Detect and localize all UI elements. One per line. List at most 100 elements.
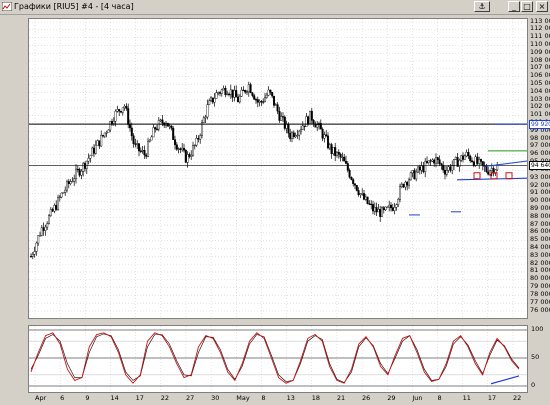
candle-body <box>128 124 131 129</box>
osc-divergence-line <box>490 375 520 385</box>
candle-body <box>438 159 441 164</box>
candle-body <box>173 139 176 145</box>
candle-body <box>390 204 393 209</box>
candle-body <box>75 168 78 179</box>
candle-body <box>444 169 447 175</box>
price-chart-panel[interactable] <box>28 18 528 319</box>
candle-body <box>309 110 312 125</box>
candle-body <box>272 95 275 106</box>
candle-body <box>462 155 465 160</box>
box-marker <box>505 172 513 180</box>
candle-body <box>471 160 474 163</box>
candle-body <box>227 93 230 96</box>
candle-body <box>159 119 162 121</box>
candle-body <box>91 147 94 156</box>
candle-body <box>460 155 463 161</box>
candle-body <box>146 141 149 157</box>
candle-body <box>244 90 247 93</box>
candle-body <box>271 92 274 97</box>
candle-body <box>474 156 477 166</box>
price-tick-label: 93 000 <box>530 172 550 181</box>
candle-body <box>316 124 319 128</box>
candle-body <box>132 135 135 144</box>
candle-body <box>249 84 252 94</box>
candle-body <box>84 163 87 169</box>
price-tick-label: 104 000 <box>530 86 550 95</box>
close-button[interactable]: × <box>536 1 548 12</box>
candle-body <box>328 144 331 149</box>
window-title: Графики [RIU5] #4 - [4 часа] <box>14 2 134 11</box>
candle-body <box>78 169 81 176</box>
candle-body <box>487 171 490 175</box>
window-titlebar: Графики [RIU5] #4 - [4 часа] ⚓ _ □ × <box>0 0 550 15</box>
time-tick-label: 11 <box>462 394 471 402</box>
minimize-button[interactable]: _ <box>508 1 520 12</box>
candle-body <box>240 89 243 97</box>
time-tick-label: 14 <box>110 394 119 402</box>
candle-body <box>373 207 376 212</box>
pin-button[interactable]: ⚓ <box>474 1 490 12</box>
candle-body <box>137 143 140 152</box>
candle-body <box>336 152 339 156</box>
candle-body <box>202 117 205 123</box>
candle-body <box>294 135 297 138</box>
oscillator-panel[interactable] <box>28 325 528 393</box>
price-chart[interactable] <box>29 19 527 318</box>
candle-body <box>82 163 85 172</box>
time-tick-label: 22 <box>160 394 170 402</box>
candle-body <box>260 101 263 103</box>
candle-body <box>38 235 41 237</box>
candle-body <box>136 143 139 145</box>
candle-body <box>48 215 51 224</box>
candle-body <box>253 95 256 100</box>
candle-body <box>155 128 158 130</box>
candle-body <box>168 125 171 127</box>
candle-body <box>143 150 146 156</box>
candle-body <box>301 125 304 130</box>
candle-body <box>429 160 432 162</box>
candle-body <box>332 147 335 154</box>
candle-body <box>435 157 438 164</box>
candle-body <box>350 177 353 180</box>
candle-body <box>150 136 153 141</box>
candle-body <box>191 145 194 156</box>
price-tick-label: 89 000 <box>530 203 550 212</box>
candle-body <box>391 207 394 211</box>
candle-body <box>436 157 439 160</box>
candle-body <box>359 193 362 195</box>
oscillator-chart[interactable] <box>29 326 527 392</box>
maximize-button[interactable]: □ <box>521 1 533 12</box>
candle-body <box>175 144 178 150</box>
box-marker <box>473 172 481 180</box>
time-tick-label: 30 <box>211 394 220 402</box>
candle-body <box>121 107 124 113</box>
candle-body <box>476 156 479 164</box>
candle-body <box>96 140 99 146</box>
candle-body <box>406 181 409 186</box>
candle-body <box>172 127 175 140</box>
candle-body <box>71 180 74 183</box>
candle-body <box>98 140 101 147</box>
candle-body <box>105 132 108 134</box>
candle-body <box>366 196 369 204</box>
candle-body <box>51 209 54 212</box>
candle-body <box>375 207 378 213</box>
candle-body <box>30 256 33 258</box>
candle-body <box>451 165 454 171</box>
candle-body <box>280 116 283 121</box>
candle-body <box>116 109 119 112</box>
price-tick-label: 76 000 <box>530 305 550 314</box>
candle-body <box>73 178 76 182</box>
candle-body <box>92 147 95 154</box>
candle-body <box>57 197 60 210</box>
candle-body <box>112 121 115 124</box>
candle-body <box>67 181 70 184</box>
candle-body <box>314 124 317 128</box>
candle-body <box>393 207 396 211</box>
candle-body <box>404 181 407 188</box>
time-tick-label: 13 <box>286 394 295 402</box>
candle-body <box>287 124 290 134</box>
time-tick-label: Apr <box>35 394 47 402</box>
candle-body <box>418 166 421 171</box>
candle-body <box>480 159 483 162</box>
